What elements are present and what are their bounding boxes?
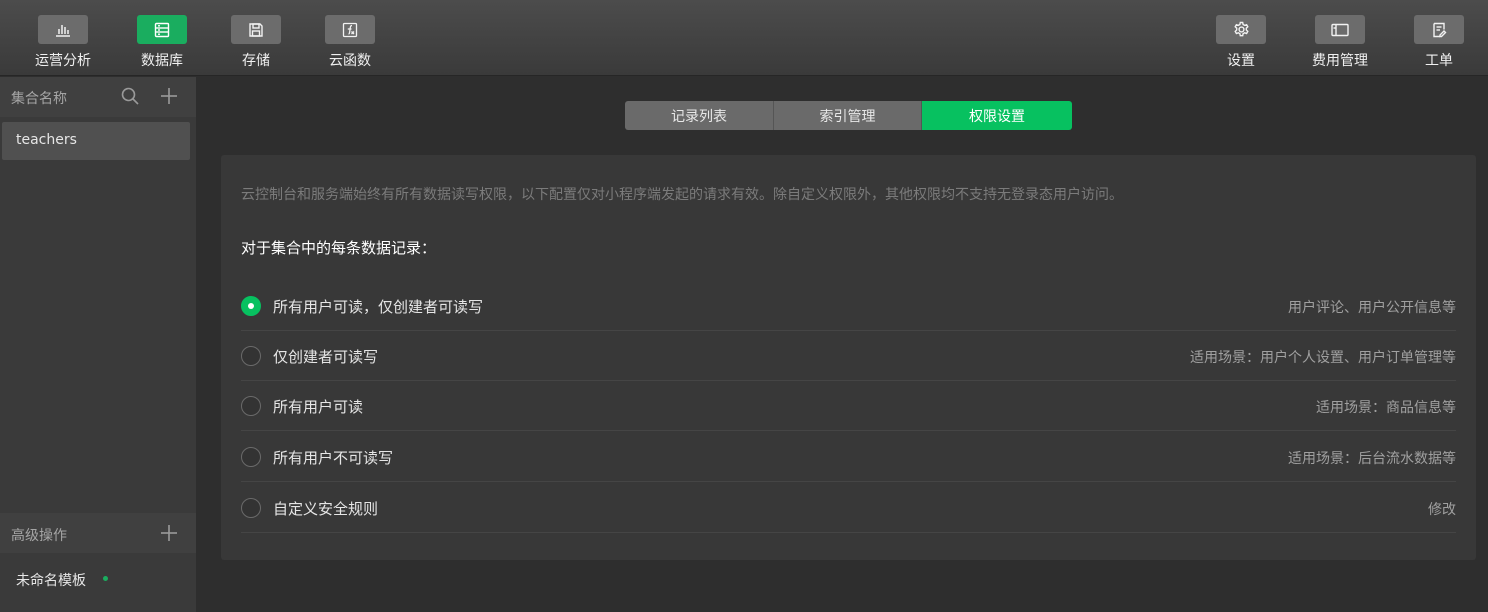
permissions-panel: 云控制台和服务端始终有所有数据读写权限，以下配置仅对小程序端发起的请求有效。除自… xyxy=(221,155,1476,560)
permission-option[interactable]: 所有用户可读，仅创建者可读写 用户评论、用户公开信息等 xyxy=(241,281,1456,331)
bar-chart-icon xyxy=(38,15,88,44)
option-hint: 适用场景：用户个人设置、用户订单管理等 xyxy=(1190,350,1456,366)
tool-ticket-label: 工单 xyxy=(1425,53,1453,69)
radio-button[interactable] xyxy=(241,396,261,416)
collections-title: 集合名称 xyxy=(11,91,67,107)
gear-icon xyxy=(1216,15,1266,44)
permission-option[interactable]: 自定义安全规则 修改 xyxy=(241,483,1456,533)
tool-ticket-button[interactable]: 工单 xyxy=(1399,15,1479,71)
permission-option[interactable]: 所有用户可读 适用场景：商品信息等 xyxy=(241,381,1456,431)
tool-billing-label: 费用管理 xyxy=(1312,53,1368,69)
radio-button[interactable] xyxy=(241,346,261,366)
collection-item[interactable]: teachers xyxy=(2,122,190,160)
permissions-notice: 云控制台和服务端始终有所有数据读写权限，以下配置仅对小程序端发起的请求有效。除自… xyxy=(241,187,1123,203)
tool-storage-button[interactable]: 存储 xyxy=(216,15,296,71)
edit-rules-link[interactable]: 修改 xyxy=(1428,499,1456,519)
tool-cloud-function-button[interactable]: 云函数 xyxy=(310,15,390,71)
database-icon xyxy=(137,15,187,44)
tool-analytics-button[interactable]: 运营分析 xyxy=(23,15,103,71)
tab-indexes[interactable]: 索引管理 xyxy=(774,101,922,130)
add-template-icon[interactable] xyxy=(159,523,179,547)
add-collection-icon[interactable] xyxy=(159,86,179,110)
tool-settings-label: 设置 xyxy=(1227,53,1255,69)
option-label: 自定义安全规则 xyxy=(273,500,379,518)
permission-option[interactable]: 仅创建者可读写 适用场景：用户个人设置、用户订单管理等 xyxy=(241,331,1456,381)
option-label: 所有用户可读 xyxy=(273,398,364,416)
permission-option[interactable]: 所有用户不可读写 适用场景：后台流水数据等 xyxy=(241,432,1456,482)
ticket-icon xyxy=(1414,15,1464,44)
collections-header: 集合名称 xyxy=(0,77,196,117)
section-title: 对于集合中的每条数据记录： xyxy=(241,239,437,257)
advanced-title: 高级操作 xyxy=(11,528,67,544)
option-hint: 适用场景：商品信息等 xyxy=(1316,400,1456,416)
tab-records[interactable]: 记录列表 xyxy=(625,101,774,130)
option-label: 仅创建者可读写 xyxy=(273,348,379,366)
option-label: 所有用户可读，仅创建者可读写 xyxy=(273,298,484,316)
option-hint: 适用场景：后台流水数据等 xyxy=(1288,451,1456,467)
template-item-label: 未命名模板 xyxy=(16,573,86,589)
radio-button[interactable] xyxy=(241,498,261,518)
tool-cloud-function-label: 云函数 xyxy=(329,53,371,69)
function-icon xyxy=(325,15,375,44)
tool-analytics-label: 运营分析 xyxy=(35,53,91,69)
collection-item-label: teachers xyxy=(16,132,77,148)
advanced-header: 高级操作 xyxy=(0,513,196,553)
radio-button-checked[interactable] xyxy=(241,296,261,316)
radio-button[interactable] xyxy=(241,447,261,467)
tab-permissions[interactable]: 权限设置 xyxy=(922,101,1072,130)
option-hint: 用户评论、用户公开信息等 xyxy=(1288,300,1456,316)
floppy-disk-icon xyxy=(231,15,281,44)
tool-database-button[interactable]: 数据库 xyxy=(122,15,202,71)
tool-billing-button[interactable]: 费用管理 xyxy=(1300,15,1380,71)
search-icon[interactable] xyxy=(120,86,140,110)
template-item[interactable]: 未命名模板 xyxy=(0,561,196,597)
tool-storage-label: 存储 xyxy=(242,53,270,69)
card-icon xyxy=(1315,15,1365,44)
top-toolbar: 运营分析 数据库 存储 云函数 设置 费用管理 工单 xyxy=(0,0,1488,76)
collections-sidebar: 集合名称 teachers 高级操作 未命名模板 xyxy=(0,77,196,612)
tool-database-label: 数据库 xyxy=(141,53,183,69)
option-label: 所有用户不可读写 xyxy=(273,449,394,467)
db-tabs: 记录列表 索引管理 权限设置 xyxy=(625,101,1072,130)
status-dot-icon xyxy=(103,576,108,581)
tool-settings-button[interactable]: 设置 xyxy=(1201,15,1281,71)
